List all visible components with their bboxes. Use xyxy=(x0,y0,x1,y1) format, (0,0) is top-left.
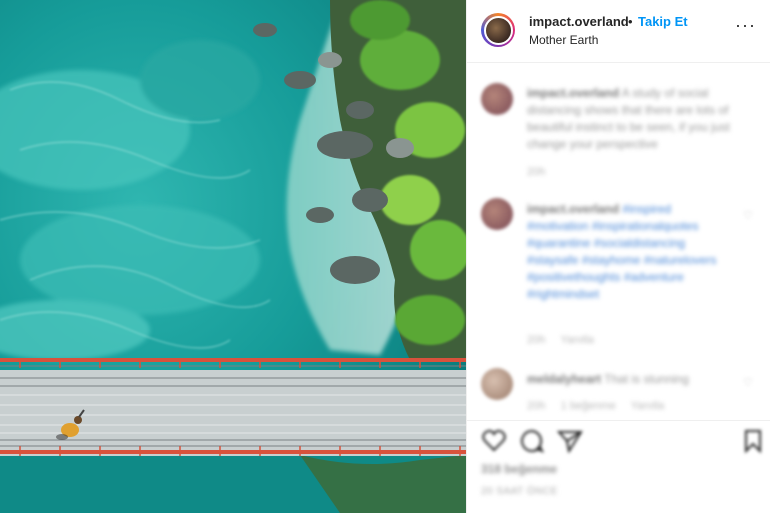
comment-hashtags[interactable]: #inspired #motivation #inspirationalquot… xyxy=(527,202,716,301)
comment-author[interactable]: impact.overland xyxy=(527,202,619,216)
comment-avatar[interactable] xyxy=(481,83,513,115)
comment-likes[interactable]: 1 beğenme xyxy=(561,400,616,412)
like-heart-icon[interactable] xyxy=(481,429,507,453)
more-options-icon[interactable]: ··· xyxy=(735,16,756,34)
avatar[interactable] xyxy=(481,13,515,47)
avatar-image xyxy=(483,15,513,45)
comment-bubble-icon[interactable] xyxy=(519,429,545,453)
share-send-icon[interactable] xyxy=(557,429,583,453)
post-photo[interactable] xyxy=(0,0,466,513)
post-header: impact.overland • Takip Et Mother Earth … xyxy=(467,0,770,63)
comment-meta: 20h Yanıtla xyxy=(527,334,594,346)
reply-button[interactable]: Yanıtla xyxy=(560,334,593,346)
aerial-river-bridge-image xyxy=(0,0,466,513)
comment-time: 20h xyxy=(527,166,546,178)
comment-body: That is stunning xyxy=(604,372,689,386)
instagram-post-view: impact.overland • Takip Et Mother Earth … xyxy=(0,0,770,513)
comment-like-icon[interactable]: ♡ xyxy=(743,209,753,222)
comment-like-icon[interactable]: ♡ xyxy=(743,376,753,389)
comment-author[interactable]: impact.overland xyxy=(527,86,619,100)
reply-button[interactable]: Yanıtla xyxy=(631,400,664,412)
comment-avatar[interactable] xyxy=(481,198,513,230)
post-actions: 318 beğenme 20 SAAT ÖNCE xyxy=(467,420,770,513)
post-date: 20 SAAT ÖNCE xyxy=(481,486,558,497)
comment-avatar[interactable] xyxy=(481,368,513,400)
post-side-panel: impact.overland • Takip Et Mother Earth … xyxy=(466,0,770,513)
separator-dot: • xyxy=(628,14,633,29)
likes-count[interactable]: 318 beğenme xyxy=(481,462,557,476)
comment-meta: 20h 1 beğenme Yanıtla xyxy=(527,400,664,412)
follow-button[interactable]: Takip Et xyxy=(638,14,688,29)
comment-time: 20h xyxy=(527,400,546,412)
comment-time: 20h xyxy=(527,334,546,346)
comment-text: impact.overland A study of social distan… xyxy=(527,85,752,153)
comment-text: meldalyheart That is stunning xyxy=(527,371,727,388)
comment-text: impact.overland #inspired #motivation #i… xyxy=(527,201,727,303)
comment-author[interactable]: meldalyheart xyxy=(527,372,601,386)
location-link[interactable]: Mother Earth xyxy=(529,33,598,47)
comments-list: impact.overland A study of social distan… xyxy=(467,63,770,418)
username-link[interactable]: impact.overland xyxy=(529,14,629,29)
save-bookmark-icon[interactable] xyxy=(743,429,763,453)
